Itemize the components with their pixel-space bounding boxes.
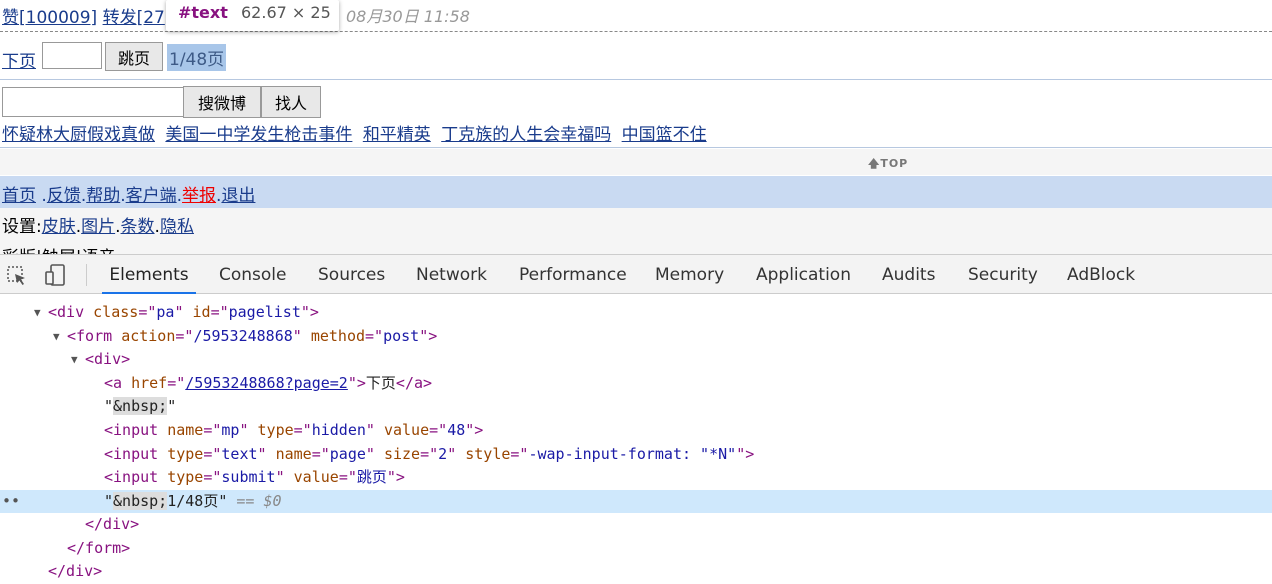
tab-memory[interactable]: Memory	[655, 255, 724, 294]
tab-elements[interactable]: Elements	[102, 255, 196, 294]
dom-close-div[interactable]: </div>	[0, 513, 1272, 536]
page-info-highlighted: 1/48页	[167, 44, 227, 71]
divider	[0, 79, 1272, 80]
tab-security[interactable]: Security	[968, 255, 1038, 294]
hot-topics: 怀疑林大厨假戏真做 美国一中学发生枪击事件 和平精英 丁克族的人生会幸福吗 中国…	[2, 120, 712, 145]
hot-topic-link[interactable]: 和平精英	[363, 125, 431, 145]
settings-images[interactable]: 图片	[81, 217, 115, 237]
dom-node-input-submit[interactable]: <input type="submit" value="跳页">	[0, 466, 1272, 489]
footer-nav: 首页 .反馈.帮助.客户端.举报.退出	[0, 176, 1272, 208]
nav-report[interactable]: 举报	[182, 186, 216, 206]
arrow-up-icon: 🡅	[868, 157, 881, 170]
settings-count[interactable]: 条数	[121, 217, 155, 237]
find-people-button[interactable]: 找人	[261, 86, 321, 118]
tooltip-dimensions: 62.67 × 25	[241, 3, 331, 22]
dashed-divider	[0, 31, 1272, 32]
tab-adblock[interactable]: AdBlock	[1067, 255, 1135, 294]
dom-close-form[interactable]: </form>	[0, 537, 1272, 560]
expand-triangle-icon[interactable]: ▼	[71, 348, 78, 371]
settings-privacy[interactable]: 隐私	[160, 217, 194, 237]
dom-tree: ▼ <div class="pa" id="pagelist"> ▼ <form…	[0, 294, 1272, 584]
expand-triangle-icon[interactable]: ▼	[34, 301, 41, 324]
back-to-top-row: 🡅TOP	[0, 149, 1272, 175]
inspect-tooltip: #text 62.67 × 25	[166, 0, 339, 31]
nav-home[interactable]: 首页	[2, 186, 36, 206]
tab-sources[interactable]: Sources	[318, 255, 385, 294]
dom-href-link[interactable]: /5953248868?page=2	[185, 374, 348, 392]
page-number-input[interactable]	[42, 42, 102, 69]
version-switch-row[interactable]: 彩版|触屏|语音	[2, 243, 115, 254]
divider	[0, 147, 1272, 148]
search-weibo-button[interactable]: 搜微博	[183, 86, 261, 118]
dom-node-input-text[interactable]: <input type="text" name="page" size="2" …	[0, 443, 1272, 466]
weibo-search-input[interactable]	[2, 87, 184, 117]
dom-close-div-pagelist[interactable]: </div>	[0, 560, 1272, 583]
nav-logout[interactable]: 退出	[221, 186, 255, 206]
dom-node-div[interactable]: ▼ <div>	[0, 348, 1272, 371]
devtools-toolbar: Elements Console Sources Network Perform…	[0, 254, 1272, 294]
back-to-top-link[interactable]: 🡅TOP	[868, 155, 908, 174]
tab-network[interactable]: Network	[416, 255, 487, 294]
top-label: TOP	[880, 157, 909, 170]
pager-row: 下页 跳页 1/48页	[0, 40, 1272, 74]
selected-node-marker: == $0	[236, 492, 282, 510]
expand-triangle-icon[interactable]: ▼	[53, 325, 60, 348]
settings-skin[interactable]: 皮肤	[42, 217, 76, 237]
nav-help[interactable]: 帮助	[86, 186, 120, 206]
tab-console[interactable]: Console	[219, 255, 287, 294]
hot-topic-link[interactable]: 丁克族的人生会幸福吗	[441, 125, 611, 145]
next-page-link[interactable]: 下页	[2, 47, 36, 72]
nav-client[interactable]: 客户端	[126, 186, 177, 206]
device-toolbar-icon[interactable]	[44, 263, 68, 287]
devtools-panel: Elements Console Sources Network Perform…	[0, 254, 1272, 584]
tooltip-node-type: #text	[178, 3, 228, 22]
tab-application[interactable]: Application	[756, 255, 851, 294]
tab-audits[interactable]: Audits	[882, 255, 935, 294]
dom-node-text-selected[interactable]: •• "&nbsp;1/48页" == $0	[0, 490, 1272, 513]
dom-node-div-pagelist[interactable]: ▼ <div class="pa" id="pagelist">	[0, 301, 1272, 324]
jump-page-button[interactable]: 跳页	[105, 42, 163, 71]
dom-node-text[interactable]: "&nbsp;"	[0, 395, 1272, 418]
dom-node-a[interactable]: <a href="/5953248868?page=2">下页</a>	[0, 372, 1272, 395]
hot-topic-link[interactable]: 美国一中学发生枪击事件	[165, 125, 352, 145]
likes-link[interactable]: 赞[100009]	[2, 8, 97, 28]
hot-topic-link[interactable]: 中国篮不住	[622, 125, 707, 145]
post-timestamp: 08月30日 11:58	[346, 7, 470, 26]
toolbar-divider	[86, 264, 87, 286]
dom-node-input-hidden[interactable]: <input name="mp" type="hidden" value="48…	[0, 419, 1272, 442]
more-actions-icon[interactable]: ••	[2, 490, 20, 513]
settings-row: 设置:皮肤.图片.条数.隐私 彩版|触屏|语音	[0, 208, 1272, 254]
tab-performance[interactable]: Performance	[519, 255, 627, 294]
mobile-weibo-page: 赞[100009] 转发[27 08月30日 11:58 #text 62.67…	[0, 0, 1272, 254]
settings-label: 设置:	[2, 217, 42, 237]
dom-node-form[interactable]: ▼ <form action="/5953248868" method="pos…	[0, 325, 1272, 348]
reposts-link[interactable]: 转发[27	[103, 8, 165, 28]
inspect-element-icon[interactable]	[6, 265, 28, 287]
nav-feedback[interactable]: 反馈	[47, 186, 81, 206]
hot-topic-link[interactable]: 怀疑林大厨假戏真做	[2, 125, 155, 145]
